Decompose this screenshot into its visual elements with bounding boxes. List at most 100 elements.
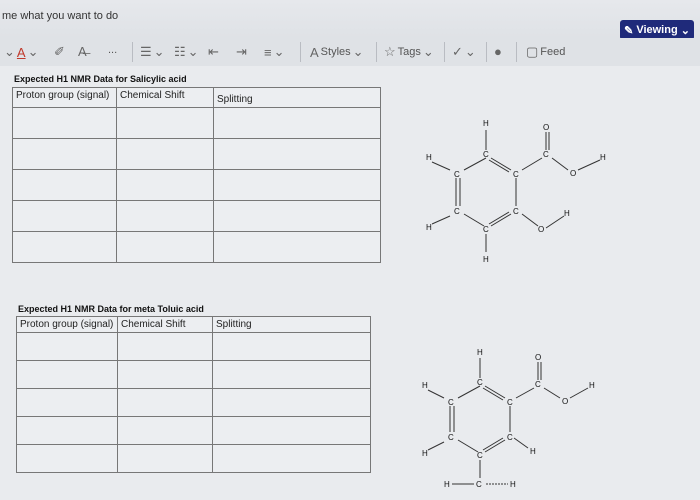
atom-label: H [426,223,432,232]
bullets-button[interactable]: ☰ ⌄ [140,44,165,60]
chevron-down-icon: ⌄ [680,24,690,37]
meta-toluic-acid-structure: H C H C C C C H C H H C H O C O H [422,348,595,489]
numbered-list-icon: ☷ [174,44,186,59]
atom-label: C [477,451,483,460]
table-cell[interactable] [16,388,118,417]
note-page: Expected H1 NMR Data for Salicylic acid … [0,66,700,500]
table-cell[interactable] [12,138,117,170]
bond [484,385,506,399]
ribbon-toolbar: ⌄ A ⌄ ✐ A̶ ... ☰ ⌄ ☷ ⌄ ⇤ ⇥ ≡ ⌄ A Styles ⌄ ☆ Tags… [0,38,700,67]
header-chemical-shift[interactable]: Chemical Shift [117,316,213,333]
feed-icon: ▢ [526,44,539,59]
more-button[interactable]: ... [108,44,117,56]
header-splitting[interactable]: Splitting [213,87,381,108]
bond [543,387,561,399]
table-cell[interactable] [212,360,371,389]
feed-button[interactable]: ▢ Feed [526,44,565,60]
table-cell[interactable] [117,444,213,473]
table-cell[interactable] [117,360,213,389]
table-cell[interactable] [213,107,381,139]
atom-label: C [507,398,513,407]
bond [482,387,504,401]
atom-label: H [600,153,606,162]
highlighter-button[interactable]: ✐ [54,44,65,60]
viewing-mode-button[interactable]: ✎ Viewing ⌄ [620,20,694,40]
chevron-down-icon: ⌄ [27,44,39,59]
table-cell[interactable] [12,107,117,139]
atom-label: O [538,225,544,234]
dictate-button[interactable]: ● [494,44,502,59]
toolbar-divider [132,42,133,62]
table-cell[interactable] [12,169,117,201]
atom-label: C [543,150,549,159]
table-cell[interactable] [212,388,371,417]
feed-label: Feed [540,46,566,58]
bond [569,387,589,399]
table-cell[interactable] [117,388,213,417]
table-cell[interactable] [212,444,371,473]
atom-label: O [570,169,576,178]
tell-me-search-hint[interactable]: me what you want to do [2,10,118,22]
table-cell[interactable] [117,332,213,361]
salicylic-acid-structure: H C H C C C C H C H O C O H O H [426,119,606,264]
table-cell[interactable] [116,138,214,170]
tag-star-icon: ☆ [384,44,396,59]
header-chemical-shift[interactable]: Chemical Shift [116,87,214,108]
atom-label: H [477,348,483,357]
table-cell[interactable] [116,169,214,201]
table-cell[interactable] [16,444,118,473]
table-cell[interactable] [12,200,117,232]
viewing-label: Viewing [636,24,678,36]
table-cell[interactable] [117,416,213,445]
table-cell[interactable] [213,138,381,170]
bond [457,385,481,399]
font-color-button[interactable]: ⌄ A ⌄ [4,44,38,60]
toolbar-divider [376,42,377,62]
bond [431,215,451,225]
numbering-button[interactable]: ☷ ⌄ [174,44,199,60]
table2-caption: Expected H1 NMR Data for meta Toluic aci… [18,304,204,314]
clear-format-button[interactable]: A̶ [78,44,87,59]
header-proton-group[interactable]: Proton group (signal) [12,87,117,108]
table-cell[interactable] [213,200,381,232]
styles-icon: A [310,44,319,60]
salicylic-nmr-table: Proton group (signal) Chemical Shift Spl… [12,87,381,263]
tags-button[interactable]: ☆ Tags ⌄ [384,44,434,60]
bond [427,441,445,451]
bond [488,211,510,225]
bond [551,157,569,171]
header-proton-group[interactable]: Proton group (signal) [16,316,118,333]
bond [521,213,539,227]
table-cell[interactable] [116,107,214,139]
table-cell[interactable] [213,169,381,201]
bond [463,157,487,171]
table-cell[interactable] [12,231,117,263]
table-cell[interactable] [213,231,381,263]
chevron-down-icon: ⌄ [273,44,285,59]
table-cell[interactable] [16,332,118,361]
header-splitting[interactable]: Splitting [212,316,371,333]
decrease-indent-button[interactable]: ⇤ [208,44,219,60]
table-cell[interactable] [16,360,118,389]
table-cell[interactable] [116,200,214,232]
styles-button[interactable]: A Styles ⌄ [310,44,364,60]
table-cell[interactable] [116,231,214,263]
table-cell[interactable] [212,332,371,361]
table-cell[interactable] [16,416,118,445]
atom-label: H [530,447,536,456]
microphone-icon: ● [494,44,502,59]
font-color-icon: A [16,44,26,60]
increase-indent-button[interactable]: ⇥ [236,44,247,60]
chevron-down-icon: ⌄ [352,44,364,59]
bond [482,437,504,451]
toolbar-divider [444,42,445,62]
table-cell[interactable] [212,416,371,445]
table1-caption: Expected H1 NMR Data for Salicylic acid [14,74,187,84]
bond [490,213,512,227]
align-button[interactable]: ≡ ⌄ [264,44,285,60]
spelling-button[interactable]: ✓ ⌄ [452,44,476,60]
atom-label: C [448,398,454,407]
toolbar-divider [486,42,487,62]
tags-label: Tags [397,46,421,58]
bond [488,159,510,173]
